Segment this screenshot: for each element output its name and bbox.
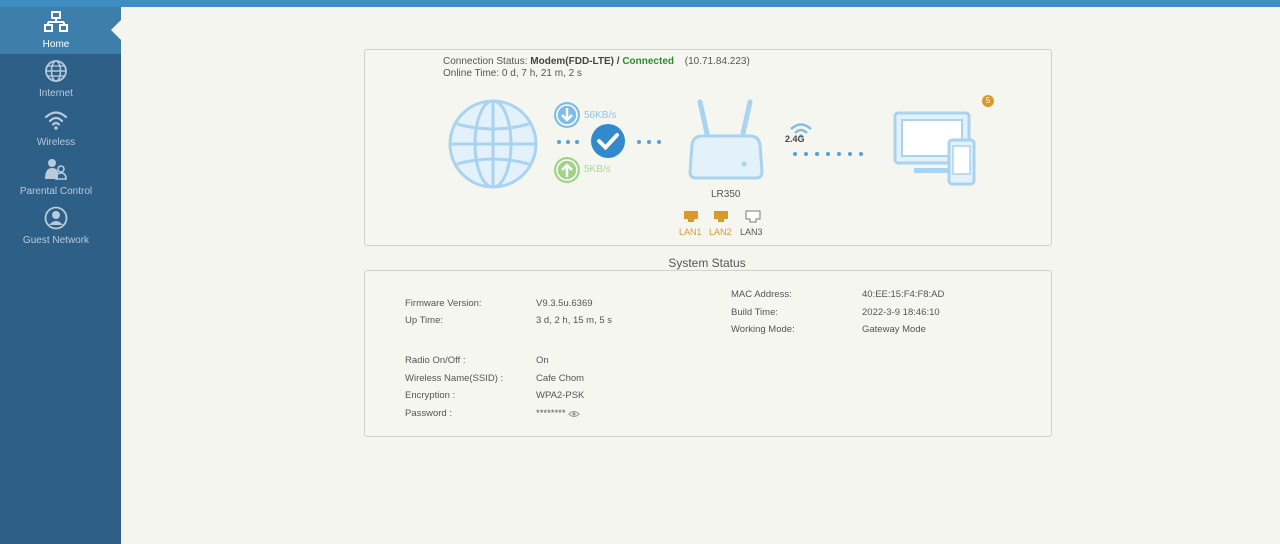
encryption-label: Encryption : xyxy=(405,390,456,401)
link-dot xyxy=(657,140,661,144)
parental-control-icon xyxy=(45,159,67,180)
firmware-version-label: Firmware Version: xyxy=(405,298,482,309)
sidebar-item-guest-network[interactable]: Guest Network xyxy=(0,203,121,250)
lan-port-icon xyxy=(714,211,728,222)
client-count-badge[interactable]: 5 xyxy=(982,95,994,107)
link-dot xyxy=(804,152,808,156)
lan-port-icon xyxy=(684,211,698,222)
link-dot xyxy=(557,140,561,144)
globe-icon xyxy=(45,60,67,82)
link-dot xyxy=(859,152,863,156)
working-mode-label: Working Mode: xyxy=(731,324,795,335)
ssid-value: Cafe Chom xyxy=(536,373,585,384)
link-dot xyxy=(793,152,797,156)
sidebar-item-home[interactable]: Home xyxy=(0,7,122,54)
link-dot xyxy=(848,152,852,156)
mac-address-value: 40:EE:15:F4:F8:AD xyxy=(862,289,945,300)
top-bar xyxy=(0,0,1280,7)
firmware-version-value: V9.3.5u.6369 xyxy=(536,298,593,309)
working-mode-value: Gateway Mode xyxy=(862,324,926,335)
topology-panel: Connection Status: Modem(FDD-LTE) / Conn… xyxy=(364,49,1052,246)
sidebar-item-label: Wireless xyxy=(36,137,76,148)
connected-check-icon xyxy=(591,124,625,158)
online-time: Online Time: 0 d, 7 h, 21 m, 2 s xyxy=(443,68,582,79)
sidebar-item-label: Internet xyxy=(39,88,73,99)
guest-user-icon xyxy=(44,206,68,230)
connection-status-label: Connection Status: xyxy=(443,56,528,67)
mac-address-label: MAC Address: xyxy=(731,289,792,300)
router-icon xyxy=(688,99,764,180)
client-devices-icon xyxy=(893,111,976,186)
link-dot xyxy=(575,140,579,144)
build-time-label: Build Time: xyxy=(731,307,778,318)
link-dot xyxy=(837,152,841,156)
upload-icon xyxy=(554,157,580,183)
wan-ip: (10.71.84.223) xyxy=(684,56,750,67)
sidebar-item-label: Guest Network xyxy=(22,235,90,246)
download-speed: 56KB/s xyxy=(584,110,617,121)
encryption-value: WPA2-PSK xyxy=(536,390,585,401)
network-home-icon xyxy=(44,11,68,32)
link-dot xyxy=(647,140,651,144)
router-name: LR350 xyxy=(711,189,741,200)
internet-globe-icon xyxy=(448,99,538,189)
upload-speed: 5KB/s xyxy=(584,164,611,175)
connection-mode: Modem(FDD-LTE) / xyxy=(530,56,620,67)
sidebar-item-label: Home xyxy=(42,39,70,50)
system-status-title: System Status xyxy=(668,256,746,270)
system-status-panel: Firmware Version: V9.3.5u.6369 Up Time: … xyxy=(364,270,1052,437)
wifi-band: 2.4G xyxy=(785,134,805,144)
lan-port-icon xyxy=(745,210,761,223)
uptime-value: 3 d, 2 h, 15 m, 5 s xyxy=(536,315,613,326)
sidebar-item-label: Parental Control xyxy=(19,186,93,197)
radio-value: On xyxy=(536,355,549,366)
lan-port-label: LAN2 xyxy=(709,227,732,237)
link-dot xyxy=(637,140,641,144)
link-dot xyxy=(566,140,570,144)
password-label: Password : xyxy=(405,408,452,419)
lan-port-label: LAN3 xyxy=(740,227,763,237)
show-password-eye-icon[interactable] xyxy=(568,410,580,418)
connection-state: Connected xyxy=(622,56,674,67)
ssid-label: Wireless Name(SSID) : xyxy=(405,373,504,384)
download-icon xyxy=(554,102,580,128)
connection-info: Connection Status: Modem(FDD-LTE) / Conn… xyxy=(443,56,750,80)
lan-port-label: LAN1 xyxy=(679,227,702,237)
link-dot xyxy=(815,152,819,156)
link-dot xyxy=(826,152,830,156)
sidebar-item-parental-control[interactable]: Parental Control xyxy=(0,154,121,201)
radio-label: Radio On/Off : xyxy=(405,355,466,366)
sidebar: Home Internet Wireless Parental Control xyxy=(0,7,122,544)
sidebar-item-wireless[interactable]: Wireless xyxy=(0,105,121,152)
build-time-value: 2022-3-9 18:46:10 xyxy=(862,307,940,318)
sidebar-item-internet[interactable]: Internet xyxy=(0,56,121,103)
wifi-icon xyxy=(44,111,68,130)
uptime-label: Up Time: xyxy=(405,315,444,326)
password-value: ******** xyxy=(536,408,566,419)
